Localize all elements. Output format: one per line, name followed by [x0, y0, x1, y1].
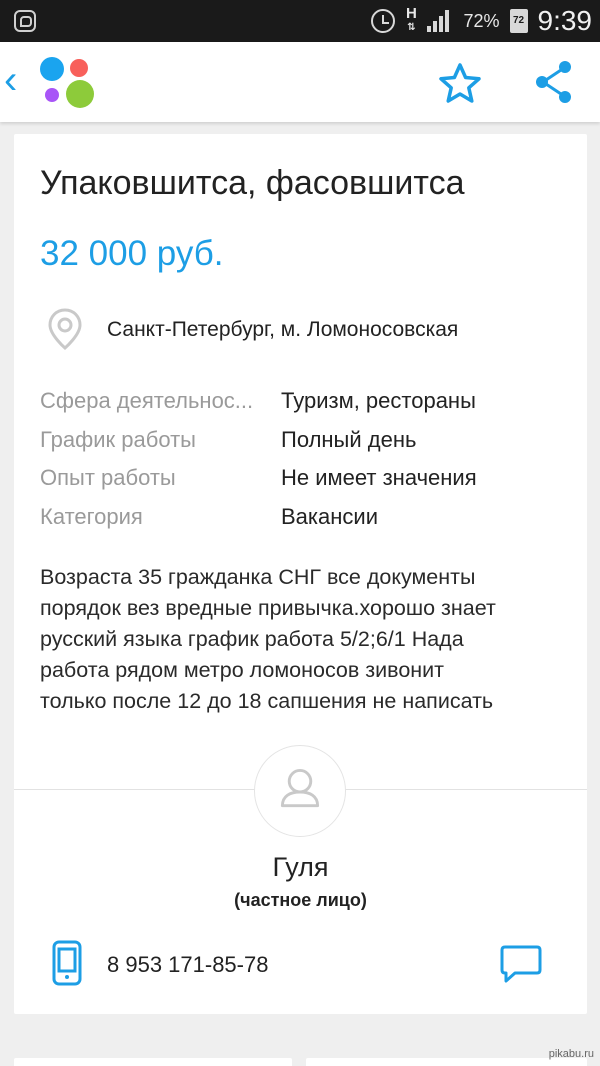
seller-type: (частное лицо) — [234, 890, 367, 910]
param-key: Сфера деятельнос... — [40, 388, 254, 414]
notification-app-icon — [14, 10, 36, 32]
next-card[interactable] — [14, 1058, 292, 1066]
param-value: Туризм, рестораны — [281, 388, 476, 414]
user-icon — [280, 768, 320, 808]
listing-price: 32 000 руб. — [40, 234, 224, 273]
battery-icon: 72 — [509, 9, 528, 33]
description-line: работа рядом метро ломоносов зивонит — [40, 658, 445, 682]
share-icon[interactable] — [534, 60, 574, 104]
status-bar-right: H ⇅ 72% 72 9:39 — [371, 0, 592, 42]
alarm-icon — [371, 9, 396, 33]
param-value: Полный день — [281, 426, 417, 452]
param-key: Категория — [40, 503, 143, 529]
listing-title: Упаковшитса, фасовшитса — [40, 164, 465, 202]
battery-percent: 72% — [463, 10, 500, 31]
param-value: Вакансии — [281, 503, 378, 529]
app-logo[interactable] — [38, 54, 96, 112]
next-card[interactable] — [306, 1058, 587, 1066]
app-bar: ‹ — [0, 42, 600, 122]
param-row: Опыт работы Не имеет значения — [40, 459, 580, 498]
location-pin-icon — [48, 308, 82, 350]
param-value: Не имеет значения — [281, 465, 477, 491]
param-key: Опыт работы — [40, 465, 176, 491]
listing-description: Возраста 35 гражданка СНГ все документы … — [40, 562, 570, 717]
network-type: H ⇅ — [406, 5, 417, 33]
description-line: русский языка график работа 5/2;6/1 Нада — [40, 627, 464, 651]
description-line: Возраста 35 гражданка СНГ все документы — [40, 565, 476, 589]
param-row: Категория Вакансии — [40, 498, 580, 537]
star-icon[interactable] — [438, 62, 482, 104]
watermark: pikabu.ru — [548, 1048, 594, 1060]
description-line: только после 12 до 18 сапшения не написа… — [40, 689, 494, 713]
param-key: График работы — [40, 426, 196, 452]
param-row: График работы Полный день — [40, 421, 580, 460]
chat-icon[interactable] — [499, 944, 543, 984]
seller-name: Гуля — [272, 852, 329, 882]
signal-icon — [427, 10, 453, 32]
back-icon[interactable]: ‹ — [4, 60, 28, 100]
phone-icon[interactable] — [52, 940, 82, 986]
clock: 9:39 — [537, 5, 593, 36]
listing-params: Сфера деятельнос... Туризм, рестораны Гр… — [40, 382, 580, 536]
description-line: порядок вез вредные привычка.хорошо знае… — [40, 596, 496, 620]
param-row: Сфера деятельнос... Туризм, рестораны — [40, 382, 580, 421]
status-bar: H ⇅ 72% 72 9:39 — [0, 0, 600, 42]
listing-location: Санкт-Петербург, м. Ломоносовская — [107, 318, 459, 341]
avatar — [254, 745, 346, 837]
listing-card: Упаковшитса, фасовшитса 32 000 руб. Санк… — [14, 134, 587, 1014]
seller-phone[interactable]: 8 953 171-85-78 — [107, 952, 268, 978]
